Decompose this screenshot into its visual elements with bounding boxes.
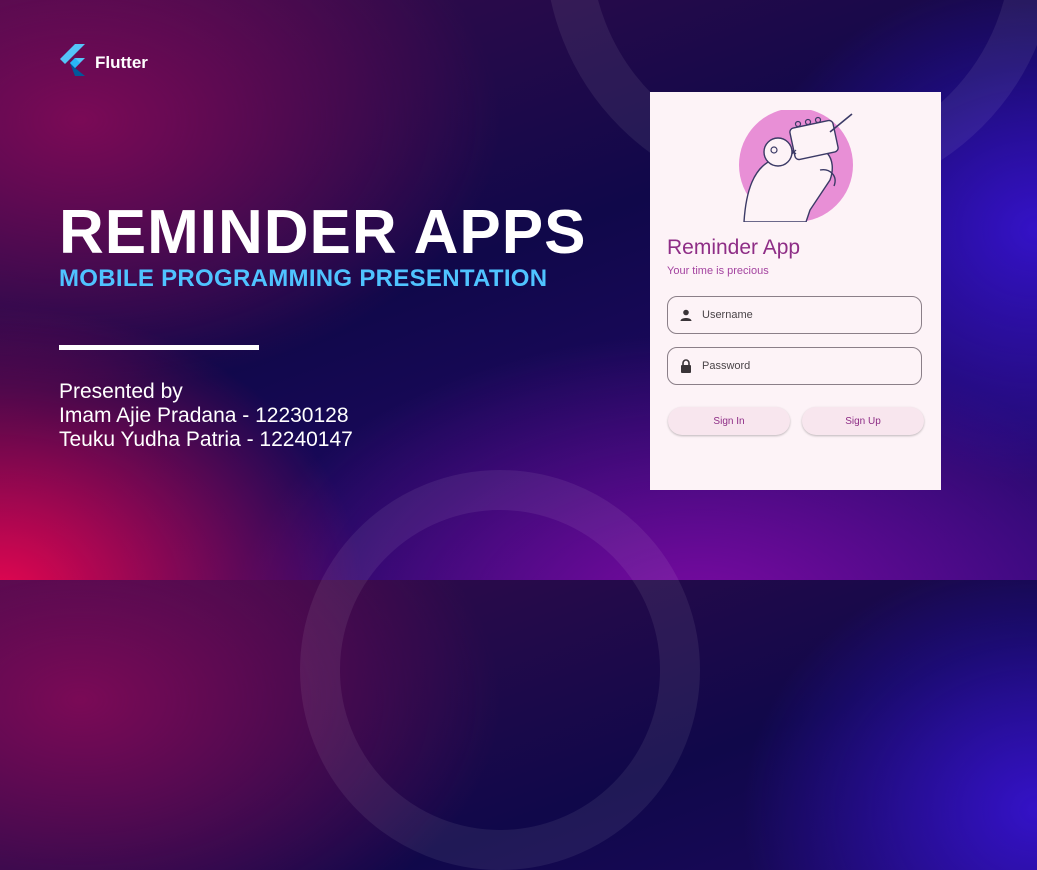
slide-title: REMINDER APPS xyxy=(59,198,587,267)
app-title: Reminder App xyxy=(667,236,801,259)
password-field[interactable]: Password xyxy=(667,347,922,385)
password-placeholder: Password xyxy=(702,360,751,372)
sign-up-button[interactable]: Sign Up xyxy=(802,407,924,435)
person-icon xyxy=(679,308,693,322)
username-placeholder: Username xyxy=(702,309,753,321)
decorative-ring-bottom xyxy=(300,470,700,870)
title-divider xyxy=(59,345,259,350)
app-screenshot: Reminder App Your time is precious Usern… xyxy=(650,92,941,490)
presenter-name: Imam Ajie Pradana - 12230128 xyxy=(59,404,349,427)
slide-subtitle: MOBILE PROGRAMMING PRESENTATION xyxy=(59,265,548,292)
username-field[interactable]: Username xyxy=(667,296,922,334)
presenter-name: Teuku Yudha Patria - 12240147 xyxy=(59,428,353,451)
brand-name: Flutter xyxy=(95,52,148,72)
app-tagline: Your time is precious xyxy=(667,265,769,277)
reminder-illustration xyxy=(734,108,858,223)
presenters-block: Presented by Imam Ajie Pradana - 1223012… xyxy=(59,380,353,452)
flutter-logo-icon xyxy=(58,44,85,81)
sign-in-button[interactable]: Sign In xyxy=(668,407,790,435)
flutter-brand: Flutter xyxy=(58,44,148,81)
lock-icon xyxy=(679,359,693,373)
presented-by-label: Presented by xyxy=(59,380,183,403)
